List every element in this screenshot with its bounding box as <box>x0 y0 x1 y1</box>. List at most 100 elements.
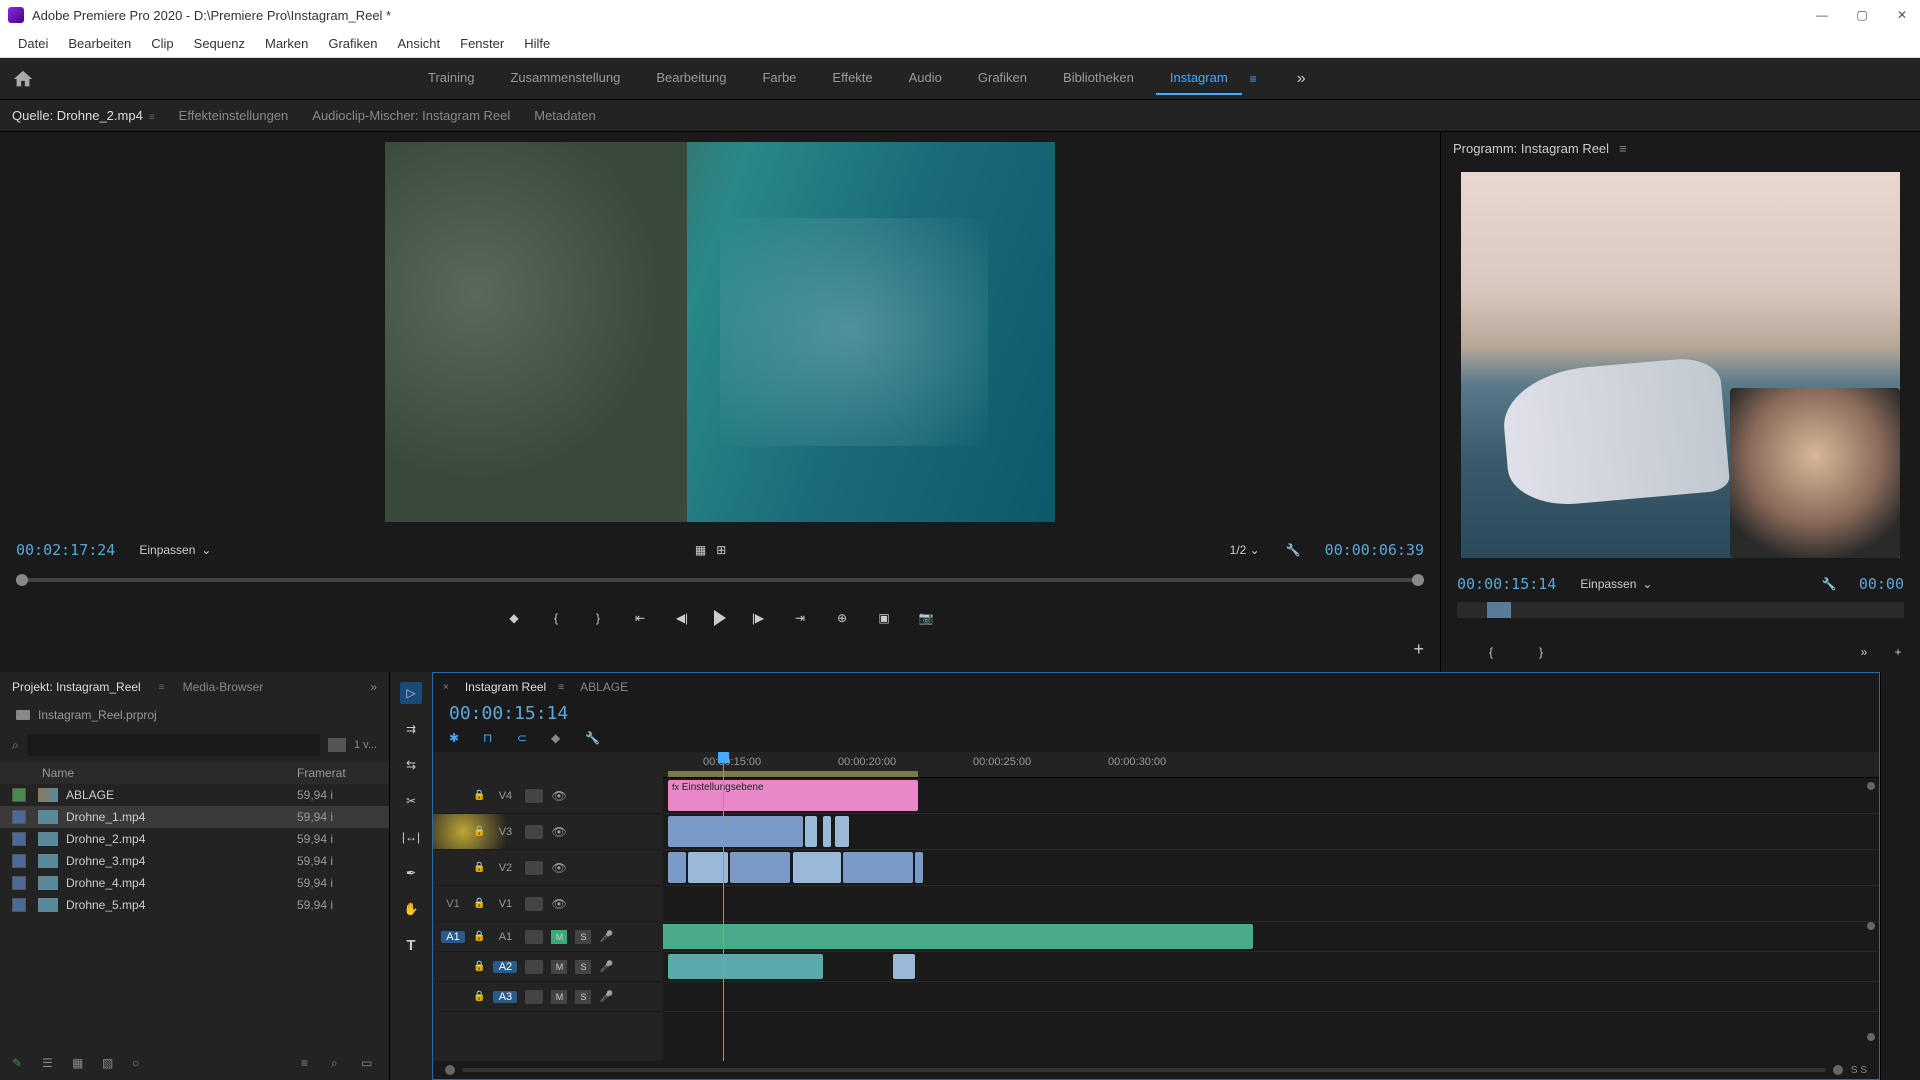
sync-lock-icon[interactable] <box>525 930 543 944</box>
menu-clip[interactable]: Clip <box>141 32 183 55</box>
program-more-icon[interactable]: » <box>1854 642 1874 662</box>
mark-in-bracket-icon[interactable]: { <box>546 608 566 628</box>
timeline-close-icon[interactable]: × <box>443 682 449 693</box>
source-timecode-in[interactable]: 00:02:17:24 <box>16 541 115 559</box>
menu-sequenz[interactable]: Sequenz <box>184 32 255 55</box>
list-view-icon[interactable]: ☰ <box>42 1056 58 1072</box>
lock-icon[interactable]: 🔒 <box>473 826 485 837</box>
project-item[interactable]: Drohne_5.mp459,94 i <box>0 894 389 916</box>
time-ruler[interactable]: 00:00:15:00 00:00:20:00 00:00:25:00 00:0… <box>663 752 1879 778</box>
voice-record-icon[interactable]: 🎤 <box>599 990 613 1003</box>
lock-icon[interactable]: 🔒 <box>473 898 485 909</box>
eye-icon[interactable]: 👁 <box>551 897 566 911</box>
col-framerate[interactable]: Framerat <box>297 766 377 780</box>
find-icon[interactable]: ⌕ <box>331 1056 347 1072</box>
sync-lock-icon[interactable] <box>525 960 543 974</box>
voice-record-icon[interactable]: 🎤 <box>599 930 613 943</box>
timeline-wrench-icon[interactable]: 🔧 <box>585 731 601 747</box>
menu-ansicht[interactable]: Ansicht <box>387 32 450 55</box>
clip-video[interactable] <box>668 852 686 883</box>
menu-hilfe[interactable]: Hilfe <box>514 32 560 55</box>
solo-button[interactable]: S <box>575 930 591 944</box>
sync-lock-icon[interactable] <box>525 789 543 803</box>
sync-lock-icon[interactable] <box>525 897 543 911</box>
media-browser-tab[interactable]: Media-Browser <box>183 680 264 694</box>
hand-tool[interactable]: ✋ <box>400 898 422 920</box>
project-overflow-icon[interactable]: » <box>370 680 377 694</box>
label-swatch[interactable] <box>12 788 26 802</box>
clip-video[interactable] <box>793 852 841 883</box>
program-video-preview[interactable] <box>1461 172 1900 558</box>
sync-lock-icon[interactable] <box>525 861 543 875</box>
track-header-v2[interactable]: 🔒V2👁 <box>433 850 663 886</box>
razor-tool[interactable]: ✂ <box>400 790 422 812</box>
label-swatch[interactable] <box>12 832 26 846</box>
eye-icon[interactable]: 👁 <box>551 825 566 839</box>
close-button[interactable]: ✕ <box>1892 5 1912 25</box>
clip-video[interactable] <box>730 852 790 883</box>
vertical-scroll[interactable] <box>1867 782 1875 1041</box>
project-item[interactable]: Drohne_2.mp459,94 i <box>0 828 389 850</box>
minimize-button[interactable]: — <box>1812 5 1832 25</box>
workspace-audio[interactable]: Audio <box>895 62 956 95</box>
step-back-icon[interactable]: ◀| <box>672 608 692 628</box>
program-zoom-dropdown[interactable]: Einpassen⌄ <box>1580 577 1652 591</box>
timeline-tab-active[interactable]: Instagram Reel≡ <box>465 680 564 694</box>
clip-audio[interactable] <box>893 954 915 979</box>
eye-icon[interactable]: 👁 <box>551 789 566 803</box>
lock-icon[interactable]: 🔒 <box>473 790 485 801</box>
type-tool[interactable]: T <box>400 934 422 956</box>
program-navigator[interactable] <box>1441 602 1920 632</box>
workspace-bibliotheken[interactable]: Bibliotheken <box>1049 62 1148 95</box>
new-bin-icon[interactable] <box>328 738 346 752</box>
clip-video[interactable] <box>688 852 728 883</box>
source-tab[interactable]: Metadaten <box>534 108 595 123</box>
workspace-menu-icon[interactable]: ≡ <box>1250 72 1257 86</box>
clip-video[interactable] <box>823 816 831 847</box>
program-settings-icon[interactable]: 🔧 <box>1822 577 1837 591</box>
mute-button[interactable]: M <box>551 930 567 944</box>
new-item-icon[interactable]: ✎ <box>12 1056 28 1072</box>
label-swatch[interactable] <box>12 898 26 912</box>
clip-video[interactable] <box>805 816 817 847</box>
menu-datei[interactable]: Datei <box>8 32 58 55</box>
snap-icon[interactable]: ⊓ <box>483 731 499 747</box>
horizontal-scroll[interactable]: S S <box>433 1061 1879 1079</box>
source-timecode-out[interactable]: 00:00:06:39 <box>1325 541 1424 559</box>
sort-icon[interactable]: ≡ <box>301 1056 317 1072</box>
source-tab[interactable]: Quelle: Drohne_2.mp4≡ <box>12 108 155 123</box>
clip-video[interactable] <box>835 816 849 847</box>
sync-lock-icon[interactable] <box>525 825 543 839</box>
lock-icon[interactable]: 🔒 <box>473 991 485 1002</box>
source-resolution-dropdown[interactable]: 1/2 ⌄ <box>1230 543 1260 557</box>
play-button[interactable] <box>714 610 726 626</box>
source-composite-icon[interactable]: ⊞ <box>716 543 726 557</box>
track-header-v4[interactable]: 🔒V4👁 <box>433 778 663 814</box>
project-tab[interactable]: Projekt: Instagram_Reel <box>12 680 141 694</box>
menu-fenster[interactable]: Fenster <box>450 32 514 55</box>
track-header-v1[interactable]: V1🔒V1👁 <box>433 886 663 922</box>
lock-icon[interactable]: 🔒 <box>473 931 485 942</box>
label-swatch[interactable] <box>12 810 26 824</box>
playhead[interactable] <box>723 752 724 1061</box>
source-tab[interactable]: Effekteinstellungen <box>179 108 289 123</box>
timeline-timecode[interactable]: 00:00:15:14 <box>449 703 568 724</box>
timeline-tracks[interactable]: 00:00:15:00 00:00:20:00 00:00:25:00 00:0… <box>663 752 1879 1061</box>
menu-grafiken[interactable]: Grafiken <box>318 32 387 55</box>
source-scrubber[interactable] <box>0 568 1440 598</box>
sync-lock-icon[interactable] <box>525 990 543 1004</box>
program-timecode-out[interactable]: 00:00 <box>1859 575 1904 593</box>
workspace-grafiken[interactable]: Grafiken <box>964 62 1041 95</box>
label-swatch[interactable] <box>12 876 26 890</box>
project-tab-menu-icon[interactable]: ≡ <box>159 682 165 693</box>
insert-icon[interactable]: ⊕ <box>832 608 852 628</box>
program-mark-out-icon[interactable]: } <box>1531 642 1551 662</box>
track-header-a2[interactable]: 🔒A2MS🎤 <box>433 952 663 982</box>
voice-record-icon[interactable]: 🎤 <box>599 960 613 973</box>
freeform-view-icon[interactable]: ▧ <box>102 1056 118 1072</box>
selection-tool[interactable]: ▷ <box>400 682 422 704</box>
add-button-icon[interactable]: + <box>1413 639 1424 660</box>
label-swatch[interactable] <box>12 854 26 868</box>
source-settings-icon[interactable]: 🔧 <box>1286 543 1301 557</box>
program-mark-in-icon[interactable]: { <box>1481 642 1501 662</box>
